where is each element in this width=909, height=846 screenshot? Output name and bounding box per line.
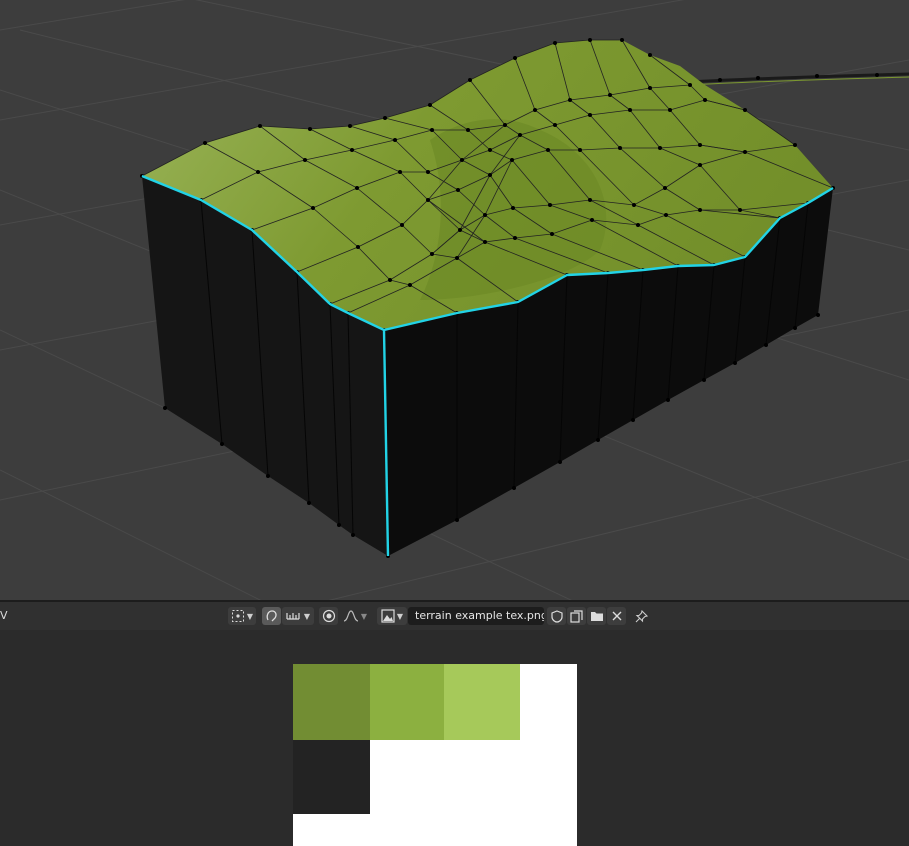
- image-browse-dropdown[interactable]: ▼: [377, 607, 407, 625]
- viewport-scene: [0, 0, 909, 600]
- fake-user-button[interactable]: [547, 607, 566, 625]
- snap-dropdown[interactable]: ▼: [282, 607, 314, 625]
- proportional-editing-icon: [322, 609, 335, 623]
- pin-button[interactable]: [632, 607, 651, 625]
- pivot-point-dropdown[interactable]: ▼: [228, 607, 256, 625]
- image-browse-icon: [381, 609, 395, 623]
- pivot-icon: [231, 610, 244, 622]
- duplicate-image-button[interactable]: [567, 607, 586, 625]
- chevron-down-icon: ▼: [360, 611, 368, 621]
- unlink-image-button[interactable]: [607, 607, 626, 625]
- editor-mode-label[interactable]: V: [0, 609, 8, 622]
- shield-icon: [550, 609, 563, 623]
- pin-icon: [635, 609, 648, 622]
- falloff-dropdown[interactable]: ▼: [339, 607, 371, 625]
- 3d-viewport[interactable]: [0, 0, 909, 600]
- close-icon: [612, 611, 621, 621]
- duplicate-icon: [570, 609, 583, 623]
- uv-editor-header: V ▼ ▼ ▼ ▼ terrain example tex.png: [0, 602, 909, 630]
- swatch-dark-green: [293, 664, 370, 740]
- swatch-black: [293, 740, 370, 814]
- proportional-editing-toggle[interactable]: [319, 607, 338, 625]
- open-image-button[interactable]: [587, 607, 606, 625]
- snap-icon: [286, 613, 300, 620]
- texture-image: [293, 664, 577, 846]
- swatch-light-green: [444, 664, 520, 740]
- sticky-selection-icon: [266, 610, 277, 622]
- chevron-down-icon: ▼: [303, 611, 311, 621]
- folder-icon: [590, 612, 603, 621]
- image-name-field[interactable]: terrain example tex.png: [408, 607, 544, 625]
- swatch-medium-green: [370, 664, 444, 740]
- falloff-curve-icon: [343, 610, 359, 622]
- chevron-down-icon: ▼: [246, 611, 254, 621]
- chevron-down-icon: ▼: [396, 611, 404, 621]
- uv-editor-canvas[interactable]: [0, 630, 909, 846]
- sticky-selection-toggle[interactable]: [262, 607, 281, 625]
